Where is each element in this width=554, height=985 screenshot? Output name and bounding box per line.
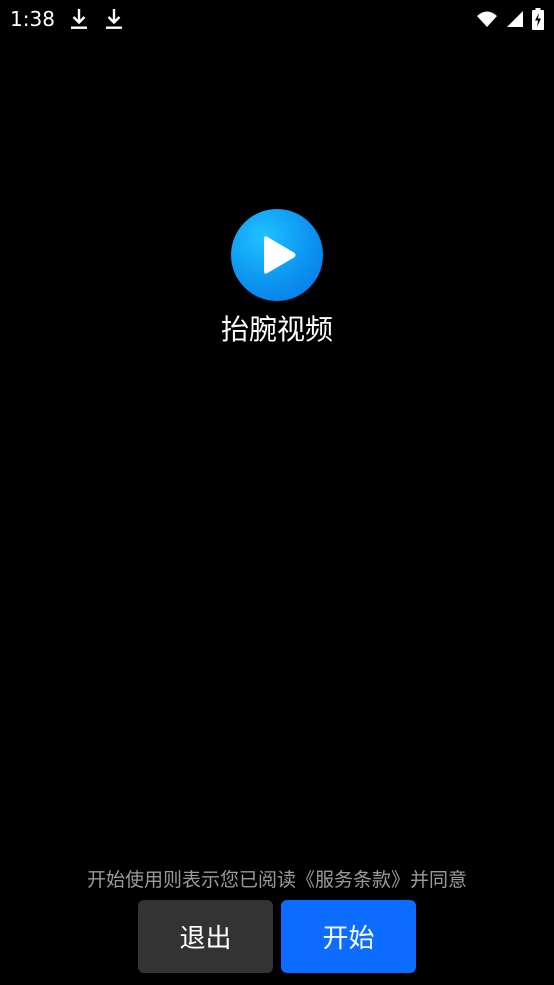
exit-button[interactable]: 退出 bbox=[138, 900, 273, 973]
start-button[interactable]: 开始 bbox=[281, 900, 416, 973]
download-icon bbox=[105, 8, 123, 30]
battery-charging-icon bbox=[532, 8, 544, 30]
status-bar: 1:38 bbox=[0, 0, 554, 40]
app-logo bbox=[231, 209, 323, 301]
app-name: 抬腕视频 bbox=[220, 313, 333, 346]
wifi-icon bbox=[476, 10, 498, 28]
play-icon bbox=[264, 236, 296, 274]
cellular-signal-icon bbox=[506, 10, 524, 28]
status-time: 1:38 bbox=[10, 7, 55, 31]
download-icon bbox=[70, 8, 88, 30]
status-icons bbox=[476, 6, 544, 32]
terms-notice: 开始使用则表示您已阅读《服务条款》并同意 bbox=[86, 869, 467, 891]
